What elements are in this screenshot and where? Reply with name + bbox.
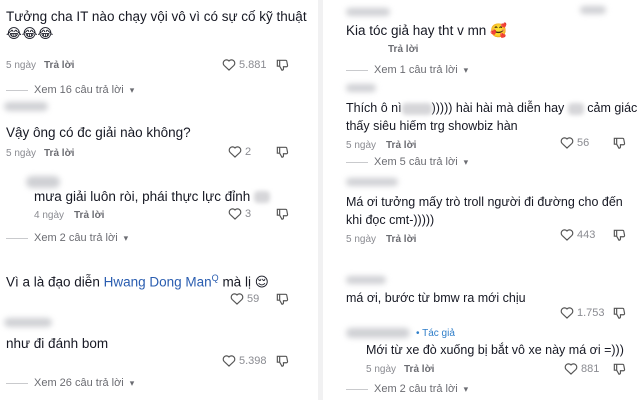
comment-text: Vậy ông có đc giải nào không? <box>6 125 191 140</box>
chevron-down-icon: ▾ <box>463 64 469 75</box>
chevron-down-icon: ▾ <box>463 383 469 394</box>
comment-text: Vì a là đạo diễn Hwang Dong ManQ mà lị 😌 <box>6 273 269 290</box>
avatar <box>346 8 390 16</box>
thumbs-down-icon[interactable] <box>612 228 626 242</box>
avatar <box>346 276 386 284</box>
comment-time: 5 ngày <box>366 364 397 375</box>
thumbs-down-icon[interactable] <box>275 207 289 221</box>
comment-time: 5 ngày <box>6 60 37 71</box>
like-button[interactable]: 59 <box>230 292 259 305</box>
comment-text: thấy siêu hiếm trg showbiz hàn <box>346 119 518 133</box>
comment-emoji: 😂😂😂 <box>6 26 54 41</box>
reply-button[interactable]: Trả lời <box>386 140 416 151</box>
heart-outline-icon <box>560 307 574 319</box>
reply-button[interactable]: Trả lời <box>404 364 434 375</box>
comment-text: má ơi, bước từ bmw ra mới chịu <box>346 291 526 305</box>
view-replies-button[interactable]: Xem 2 câu trả lời ▾ <box>6 232 128 244</box>
view-replies-button[interactable]: Xem 5 câu trả lời ▾ <box>346 156 468 168</box>
chevron-down-icon: ▾ <box>129 377 135 388</box>
heart-outline-icon <box>564 363 578 375</box>
reply-button[interactable]: Trả lời <box>386 234 416 245</box>
comment-text: Má ơi tưởng mấy trò troll người đi đường… <box>346 195 623 209</box>
thumbs-down-icon[interactable] <box>275 58 289 72</box>
like-button[interactable]: 5.398 <box>222 354 267 367</box>
chevron-down-icon: ▾ <box>129 84 135 95</box>
like-count: 1.753 <box>577 306 605 319</box>
like-button[interactable]: 3 <box>228 207 251 220</box>
avatar <box>26 176 60 188</box>
left-comments-panel: Tưởng cha IT nào chạy vội vô vì có sự cố… <box>0 0 316 400</box>
right-comments-panel: Kia tóc giả hay tht v mn 🥰 Trả lời Xem 1… <box>324 0 640 400</box>
like-button[interactable]: 1.753 <box>560 306 605 319</box>
panel-divider <box>318 0 323 400</box>
thumbs-down-icon[interactable] <box>275 145 289 159</box>
reply-button[interactable]: Trả lời <box>44 60 74 71</box>
like-button[interactable]: 2 <box>228 145 251 158</box>
like-button[interactable]: 5.881 <box>222 58 267 71</box>
blurred-header <box>580 6 606 14</box>
avatar <box>346 84 376 92</box>
view-replies-button[interactable]: Xem 1 câu trả lời ▾ <box>346 64 468 76</box>
comment-time: 5 ngày <box>6 148 37 159</box>
like-count: 3 <box>245 207 252 220</box>
heart-outline-icon <box>222 59 236 71</box>
comment-text: như đi đánh bom <box>6 336 109 351</box>
comment-time: 5 ngày <box>346 234 377 245</box>
like-count: 59 <box>247 292 260 305</box>
comment-time: 4 ngày <box>34 210 65 221</box>
comment-text: Kia tóc giả hay tht v mn 🥰 <box>346 23 507 38</box>
heart-outline-icon <box>560 229 574 241</box>
thumbs-down-icon[interactable] <box>612 362 626 376</box>
comment-text: Mới từ xe đò xuống bị bắt vô xe này má ơ… <box>366 343 624 357</box>
thumbs-down-icon[interactable] <box>612 306 626 320</box>
like-count: 56 <box>577 136 590 149</box>
heart-outline-icon <box>228 208 242 220</box>
comment-time: 5 ngày <box>346 140 377 151</box>
avatar <box>346 328 410 338</box>
reply-button[interactable]: Trả lời <box>388 44 418 55</box>
heart-outline-icon <box>560 137 574 149</box>
view-replies-button[interactable]: Xem 16 câu trả lời ▾ <box>6 84 134 96</box>
like-button[interactable]: 56 <box>560 136 589 149</box>
avatar <box>346 178 398 186</box>
chevron-down-icon: ▾ <box>463 156 469 167</box>
heart-outline-icon <box>228 146 242 158</box>
view-replies-button[interactable]: Xem 26 câu trả lời ▾ <box>6 377 134 389</box>
like-count: 5.398 <box>239 354 267 367</box>
reply-button[interactable]: Trả lời <box>44 148 74 159</box>
avatar <box>4 102 48 111</box>
comment-text: mưa giải luôn ròi, phái thực lực đỉnh <box>34 188 270 205</box>
thumbs-down-icon[interactable] <box>275 292 289 306</box>
like-button[interactable]: 881 <box>564 362 599 375</box>
mention-link[interactable]: Hwang Dong Man <box>104 275 212 290</box>
chevron-down-icon: ▾ <box>123 232 129 243</box>
reply-button[interactable]: Trả lời <box>74 210 104 221</box>
thumbs-down-icon[interactable] <box>275 354 289 368</box>
like-count: 443 <box>577 228 596 241</box>
comment-text: Tưởng cha IT nào chạy vội vô vì có sự cố… <box>6 9 307 24</box>
thumbs-down-icon[interactable] <box>612 136 626 150</box>
author-badge: • Tác giả <box>416 328 455 339</box>
like-count: 5.881 <box>239 58 267 71</box>
comment-text: khi đọc cmt-))))) <box>346 213 435 227</box>
heart-outline-icon <box>230 293 244 305</box>
like-count: 881 <box>581 362 600 375</box>
like-count: 2 <box>245 145 252 158</box>
comment-text: Thích ô nì))))) hài hài mà diễn hay cảm … <box>346 101 638 115</box>
view-replies-button[interactable]: Xem 2 câu trả lời ▾ <box>346 383 468 395</box>
avatar <box>4 318 52 327</box>
like-button[interactable]: 443 <box>560 228 595 241</box>
heart-outline-icon <box>222 355 236 367</box>
search-icon: Q <box>211 273 219 283</box>
